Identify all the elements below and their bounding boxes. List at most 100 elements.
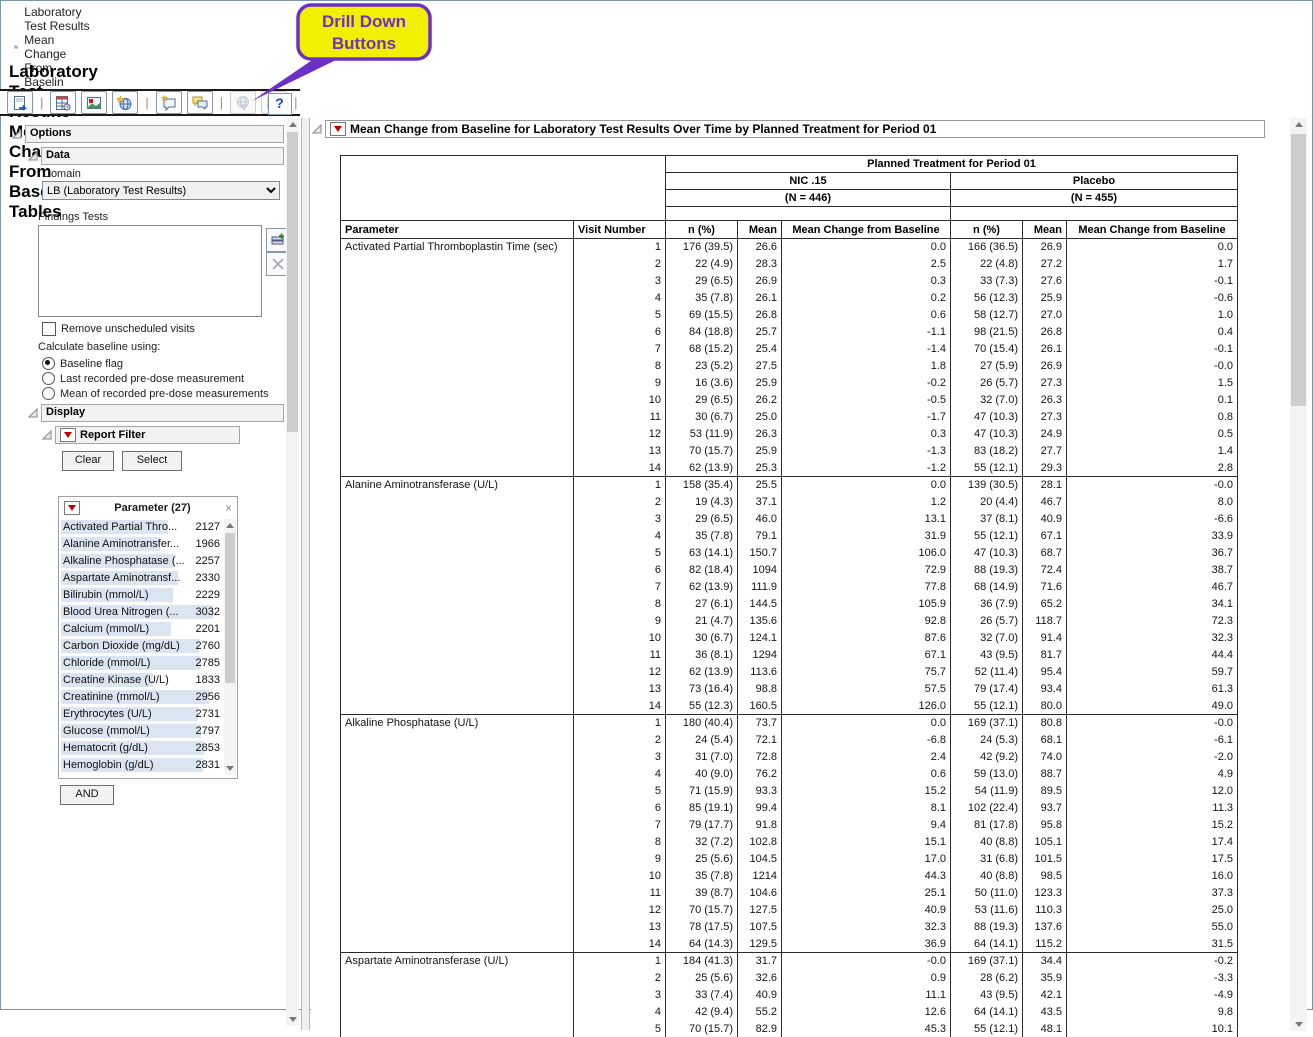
help-button[interactable]: ? (268, 93, 292, 115)
filter-list-item[interactable]: Bilirubin (mmol/L)2229 (61, 587, 222, 604)
data-cell: 31 (6.8) (951, 851, 1023, 868)
filter-list-item[interactable]: Activated Partial Thro...2127 (61, 519, 222, 536)
filter-list-scrollbar[interactable] (224, 519, 236, 775)
journal-icon[interactable] (50, 91, 76, 114)
data-cell: 184 (41.3) (666, 953, 738, 970)
save-image-icon[interactable] (81, 91, 107, 114)
filter-list-item[interactable]: Hematocrit (g/dL)2853 (61, 740, 222, 757)
filter-list-item[interactable]: Creatinine (mmol/L)2956 (61, 689, 222, 706)
collapse-triangle-icon[interactable] (28, 151, 38, 161)
red-triangle-menu-icon[interactable] (330, 122, 346, 136)
sidebar-scrollbar[interactable] (286, 118, 299, 1026)
collapse-triangle-icon[interactable] (28, 408, 38, 418)
remove-unscheduled-visits-checkbox[interactable] (42, 322, 56, 336)
select-button[interactable]: Select (122, 451, 182, 471)
data-cell: 64 (14.3) (666, 936, 738, 953)
data-cell: 29 (6.5) (666, 273, 738, 290)
scroll-down-icon[interactable] (1290, 1018, 1307, 1031)
scroll-up-icon[interactable] (286, 118, 299, 131)
filter-list-item[interactable]: Alanine Aminotransfer...1966 (61, 536, 222, 553)
display-section-label: Display (41, 404, 284, 422)
domain-select[interactable]: LB (Laboratory Test Results) (42, 181, 280, 200)
data-cell: 28.1 (1023, 477, 1067, 494)
data-cell: 124.1 (738, 630, 782, 647)
parameter-cell (341, 460, 574, 477)
data-cell: 24.9 (1023, 426, 1067, 443)
collapse-triangle-icon[interactable] (312, 124, 322, 134)
filter-item-label: Alkaline Phosphatase (... (61, 555, 185, 567)
options-section-label: Options (25, 125, 284, 143)
filter-item-label: Creatine Kinase (U/L) (61, 674, 169, 686)
red-triangle-menu-icon[interactable] (64, 501, 80, 515)
findings-tests-listbox[interactable] (38, 225, 262, 317)
scrollbar-thumb[interactable] (225, 533, 235, 683)
data-cell: 77.8 (782, 579, 951, 596)
notes-icon[interactable] (187, 91, 213, 114)
remove-unscheduled-visits-row[interactable]: Remove unscheduled visits (42, 322, 195, 336)
data-cell: 0.5 (1067, 426, 1238, 443)
filter-item-count: 2201 (196, 621, 220, 637)
scroll-down-icon[interactable] (286, 1013, 299, 1026)
parameter-cell (341, 936, 574, 953)
data-cell: 11.3 (1067, 800, 1238, 817)
baseline-flag-radio[interactable] (42, 357, 55, 370)
data-cell: 2.4 (782, 749, 951, 766)
scroll-up-icon[interactable] (1290, 118, 1307, 131)
last-predose-radio-row[interactable]: Last recorded pre-dose measurement (42, 372, 244, 385)
filter-list-item[interactable]: Hemoglobin (g/dL)2831 (61, 757, 222, 774)
mean-predose-radio[interactable] (42, 387, 55, 400)
baseline-flag-radio-row[interactable]: Baseline flag (42, 357, 123, 370)
data-cell: 13 (574, 443, 666, 460)
options-section-header[interactable]: Options (12, 125, 284, 143)
red-triangle-menu-icon[interactable] (60, 428, 76, 442)
mean-predose-radio-row[interactable]: Mean of recorded pre-dose measurements (42, 387, 269, 400)
data-cell: 2 (574, 494, 666, 511)
data-cell: 34.1 (1067, 596, 1238, 613)
collapse-triangle-icon[interactable] (12, 129, 22, 139)
filter-list-item[interactable]: Carbon Dioxide (mg/dL)2760 (61, 638, 222, 655)
report-scrollbar[interactable] (1290, 118, 1307, 1031)
data-cell: 46.7 (1023, 494, 1067, 511)
filter-list-item[interactable]: Calcium (mmol/L)2201 (61, 621, 222, 638)
data-cell: 63 (14.1) (666, 545, 738, 562)
data-section-header[interactable]: Data (28, 147, 284, 165)
data-cell: 98.8 (738, 681, 782, 698)
clear-button[interactable]: Clear (62, 451, 114, 471)
annotation-icon[interactable] (156, 91, 182, 114)
display-section-header[interactable]: Display (28, 404, 284, 422)
last-predose-radio[interactable] (42, 372, 55, 385)
parameter-cell (341, 545, 574, 562)
scroll-up-icon[interactable] (224, 519, 236, 532)
report-area: Mean Change from Baseline for Laboratory… (311, 118, 1290, 1037)
report-icon[interactable] (7, 91, 33, 114)
filter-list-item[interactable]: Alkaline Phosphatase (...2257 (61, 553, 222, 570)
drill-down-map-icon[interactable] (230, 91, 256, 114)
scrollbar-thumb[interactable] (1291, 134, 1306, 406)
and-button[interactable]: AND (60, 785, 114, 805)
report-filter-header[interactable]: Report Filter (42, 426, 240, 444)
data-cell: 26 (5.7) (951, 375, 1023, 392)
filter-list-item[interactable]: Erythrocytes (U/L)2731 (61, 706, 222, 723)
parameter-cell (341, 647, 574, 664)
scroll-down-icon[interactable] (224, 762, 236, 775)
collapse-triangle-icon[interactable] (42, 430, 52, 440)
data-cell: 8 (574, 596, 666, 613)
table-row: 921 (4.7)135.692.826 (5.7)118.772.3 (341, 613, 1238, 630)
data-cell: 55 (12.3) (666, 698, 738, 715)
filter-list-item[interactable]: Creatine Kinase (U/L)1833 (61, 672, 222, 689)
scrollbar-thumb[interactable] (287, 132, 298, 432)
data-cell: 40 (8.8) (951, 834, 1023, 851)
panel-splitter[interactable] (301, 118, 310, 1030)
filter-list-item[interactable]: Blood Urea Nitrogen (...3032 (61, 604, 222, 621)
close-icon[interactable]: × (225, 501, 232, 515)
filter-list-item[interactable]: Glucose (mmol/L)2797 (61, 723, 222, 740)
filter-list-item[interactable]: Chloride (mmol/L)2785 (61, 655, 222, 672)
toolbar-separator: | (145, 95, 148, 110)
data-cell: 26.3 (1023, 392, 1067, 409)
parameter-cell: Activated Partial Thromboplastin Time (s… (341, 239, 574, 256)
parameter-filter-list: Activated Partial Thro...2127Alanine Ami… (61, 519, 222, 775)
data-cell: 0.6 (782, 307, 951, 324)
data-cell: 15.2 (1067, 817, 1238, 834)
filter-list-item[interactable]: Aspartate Aminotransf...2330 (61, 570, 222, 587)
web-report-icon[interactable] (112, 91, 138, 114)
